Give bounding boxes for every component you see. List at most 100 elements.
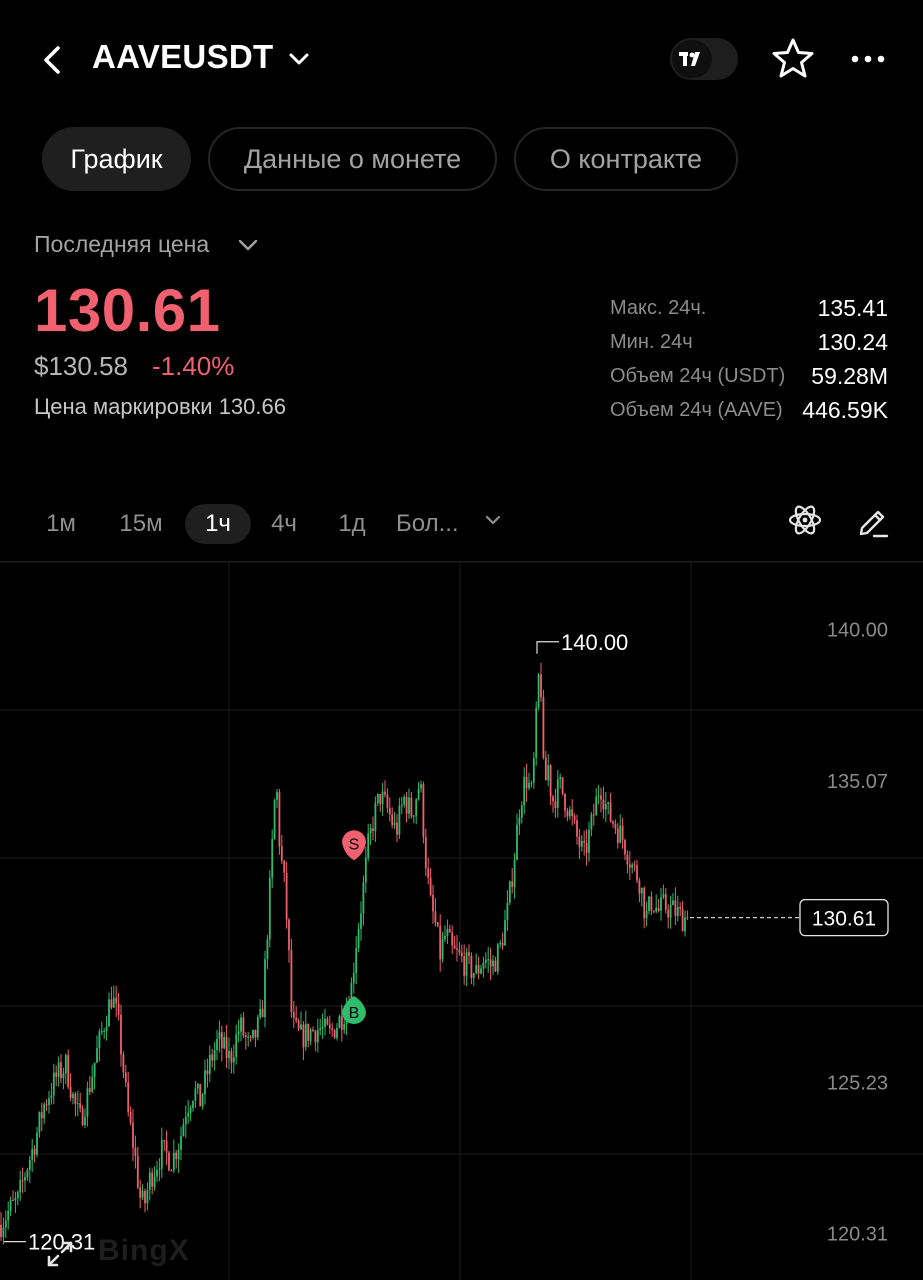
- candle-body: [261, 1008, 264, 1018]
- chevron-down-icon[interactable]: [236, 234, 260, 256]
- candle-body: [549, 765, 552, 797]
- price-change-percent: -1.40%: [152, 351, 235, 381]
- max-price-marker: 140.00: [561, 630, 628, 655]
- chevron-down-icon[interactable]: [482, 509, 504, 531]
- candle-body: [499, 943, 502, 945]
- candle-body: [396, 822, 398, 835]
- candle-body: [76, 1103, 79, 1105]
- candle-body: [146, 1190, 149, 1204]
- candle-body: [405, 796, 408, 814]
- candle-body: [216, 1038, 218, 1050]
- candle-body: [480, 968, 482, 974]
- candle-body: [542, 697, 545, 758]
- indicators-atom-icon[interactable]: [786, 501, 824, 539]
- candle-body: [79, 1103, 82, 1109]
- candle-body: [424, 837, 427, 869]
- candle-body: [487, 959, 490, 961]
- candle-body: [669, 905, 672, 918]
- candle-body: [163, 1140, 166, 1142]
- candle-body: [165, 1140, 168, 1153]
- candle-body: [636, 865, 638, 881]
- candle-body: [645, 911, 648, 919]
- candle-body: [122, 1054, 125, 1073]
- candle-body: [38, 1112, 41, 1133]
- tab-coin-data[interactable]: Данные о монете: [208, 127, 497, 191]
- chevron-down-icon[interactable]: [284, 44, 314, 74]
- candle-body: [583, 840, 586, 843]
- candle-body: [660, 897, 662, 911]
- price-chart[interactable]: 140.00135.07125.23120.31140.00120.31130.…: [0, 562, 923, 1280]
- candle-body: [232, 1057, 235, 1063]
- candle-body: [604, 803, 607, 810]
- candle-body: [48, 1098, 50, 1106]
- candle-body: [285, 872, 288, 920]
- candle-body: [436, 922, 439, 926]
- candle-body: [597, 795, 600, 797]
- interval-more[interactable]: Бол...: [396, 504, 476, 544]
- symbol-title[interactable]: AAVEUSDT: [92, 38, 273, 76]
- candle-body: [415, 799, 418, 816]
- candle-body: [16, 1191, 19, 1199]
- candle-body: [360, 913, 362, 929]
- candle-body: [151, 1172, 154, 1187]
- candle-body: [192, 1101, 194, 1109]
- candle-body: [434, 911, 437, 923]
- candle-body: [302, 1024, 305, 1048]
- volume-usdt-label: Объем 24ч (USDT): [610, 365, 786, 387]
- expand-icon[interactable]: [44, 1238, 76, 1270]
- candle-body: [662, 894, 665, 898]
- y-axis-label: 140.00: [827, 620, 888, 642]
- candle-body: [652, 910, 655, 912]
- candle-body: [664, 894, 667, 910]
- candle-body: [441, 939, 444, 960]
- candle-body: [283, 860, 286, 873]
- candle-body: [127, 1082, 130, 1113]
- candle-body: [252, 1029, 254, 1038]
- candle-body: [576, 820, 578, 837]
- bingx-watermark-logo: BingX: [98, 1234, 190, 1267]
- candle-body: [98, 1031, 101, 1049]
- candle-body: [679, 907, 682, 909]
- candle-body: [12, 1199, 14, 1201]
- candle-body: [381, 791, 384, 804]
- interval-1m[interactable]: 1м: [34, 504, 88, 544]
- candle-body: [112, 997, 115, 1008]
- candle-body: [369, 828, 372, 834]
- candle-body: [530, 782, 533, 784]
- candle-body: [657, 907, 660, 911]
- candle-body: [386, 794, 389, 808]
- interval-4h[interactable]: 4ч: [260, 504, 308, 544]
- candle-body: [372, 828, 374, 832]
- candle-body: [271, 839, 274, 878]
- draw-pencil-icon[interactable]: [856, 502, 890, 538]
- candle-body: [235, 1034, 238, 1058]
- candle-body: [64, 1055, 67, 1074]
- tab-contract-info[interactable]: О контракте: [514, 127, 738, 191]
- candle-body: [62, 1073, 65, 1079]
- candle-body: [268, 877, 271, 940]
- candle-body: [88, 1088, 91, 1092]
- candles: [0, 662, 689, 1245]
- candle-body: [105, 1026, 108, 1031]
- candle-body: [124, 1072, 127, 1083]
- candle-body: [511, 881, 514, 888]
- tab-chart[interactable]: График: [42, 127, 191, 191]
- candle-body: [295, 1017, 298, 1021]
- interval-1d[interactable]: 1д: [328, 504, 376, 544]
- more-icon[interactable]: [846, 44, 890, 74]
- back-arrow-icon[interactable]: [36, 40, 70, 80]
- candle-body: [484, 959, 487, 963]
- candle-body: [331, 1028, 334, 1030]
- candle-body: [196, 1083, 199, 1089]
- candle-body: [556, 779, 559, 809]
- price-type-selector[interactable]: Последняя цена: [34, 231, 209, 258]
- star-icon[interactable]: [770, 36, 816, 82]
- mark-price: Цена маркировки 130.66: [34, 394, 286, 419]
- interval-1h[interactable]: 1ч: [185, 504, 251, 544]
- tradingview-icon[interactable]: [672, 40, 712, 78]
- candle-body: [266, 939, 269, 960]
- interval-15m[interactable]: 15м: [106, 504, 176, 544]
- candle-body: [540, 674, 542, 698]
- candle-body: [537, 674, 540, 708]
- candle-body: [614, 823, 617, 829]
